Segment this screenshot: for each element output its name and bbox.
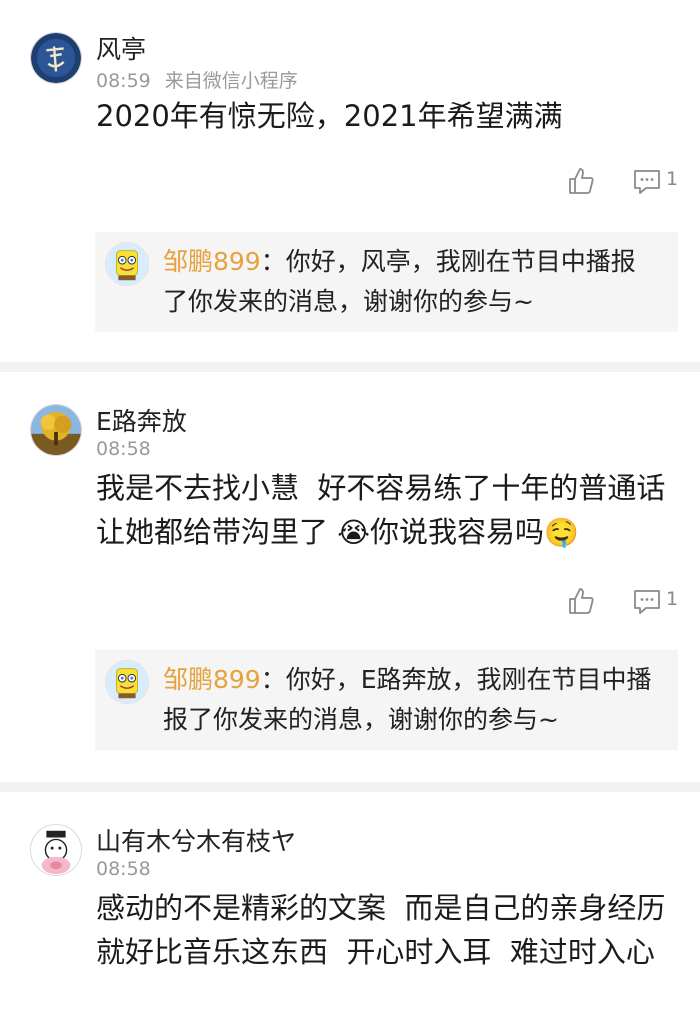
reply-avatar[interactable] — [105, 660, 149, 704]
reply-box[interactable]: 邹鹏899：你好，风亭，我刚在节目中播报了你发来的消息，谢谢你的参与~ — [95, 232, 678, 332]
comment-text: 感动的不是精彩的文案 而是自己的亲身经历 就好比音乐这东西 开心时入耳 难过时入… — [96, 891, 684, 969]
reply-separator: ： — [260, 247, 286, 276]
reply-box[interactable]: 邹鹏899：你好，E路奔放，我刚在节目中播报了你发来的消息，谢谢你的参与~ — [95, 650, 678, 750]
comment-meta: 08:59 来自微信小程序 — [96, 66, 298, 93]
username[interactable]: 山有木兮木有枝ヤ — [96, 822, 296, 858]
avatar[interactable] — [30, 32, 82, 84]
comment-text: 2020年有惊无险，2021年希望满满 — [96, 99, 563, 133]
timestamp: 08:58 — [96, 858, 151, 880]
comment-icon[interactable] — [632, 168, 662, 196]
username[interactable]: E路奔放 — [96, 402, 187, 438]
comment-text-part: 你说我容易吗 — [369, 515, 544, 549]
comment-icon[interactable] — [632, 588, 662, 616]
source-label: 来自微信小程序 — [164, 70, 298, 92]
reply-author[interactable]: 邹鹏899 — [163, 247, 261, 276]
divider — [0, 362, 700, 372]
comment-count: 1 — [666, 588, 679, 610]
thumbs-up-icon[interactable] — [566, 166, 596, 196]
thumbs-up-icon[interactable] — [566, 586, 596, 616]
avatar[interactable] — [30, 824, 82, 876]
comment-count: 1 — [666, 168, 679, 190]
username[interactable]: 风亭 — [96, 30, 146, 66]
divider — [0, 782, 700, 792]
reply-author[interactable]: 邹鹏899 — [163, 665, 261, 694]
comment-meta: 08:58 — [96, 438, 151, 460]
timestamp: 08:58 — [96, 438, 151, 460]
crying-emoji: 😭 — [337, 516, 370, 549]
drooling-emoji: 🤤 — [543, 516, 579, 549]
comment-actions: 1 — [0, 166, 700, 206]
comment-actions: 1 — [0, 586, 700, 626]
comment-meta: 08:58 — [96, 858, 151, 880]
avatar[interactable] — [30, 404, 82, 456]
comment-text: 我是不去找小慧 好不容易练了十年的普通话 让她都给带沟里了 😭你说我容易吗🤤 — [96, 466, 680, 555]
timestamp: 08:59 — [96, 70, 151, 92]
reply-avatar[interactable] — [105, 242, 149, 286]
reply-separator: ： — [260, 665, 286, 694]
